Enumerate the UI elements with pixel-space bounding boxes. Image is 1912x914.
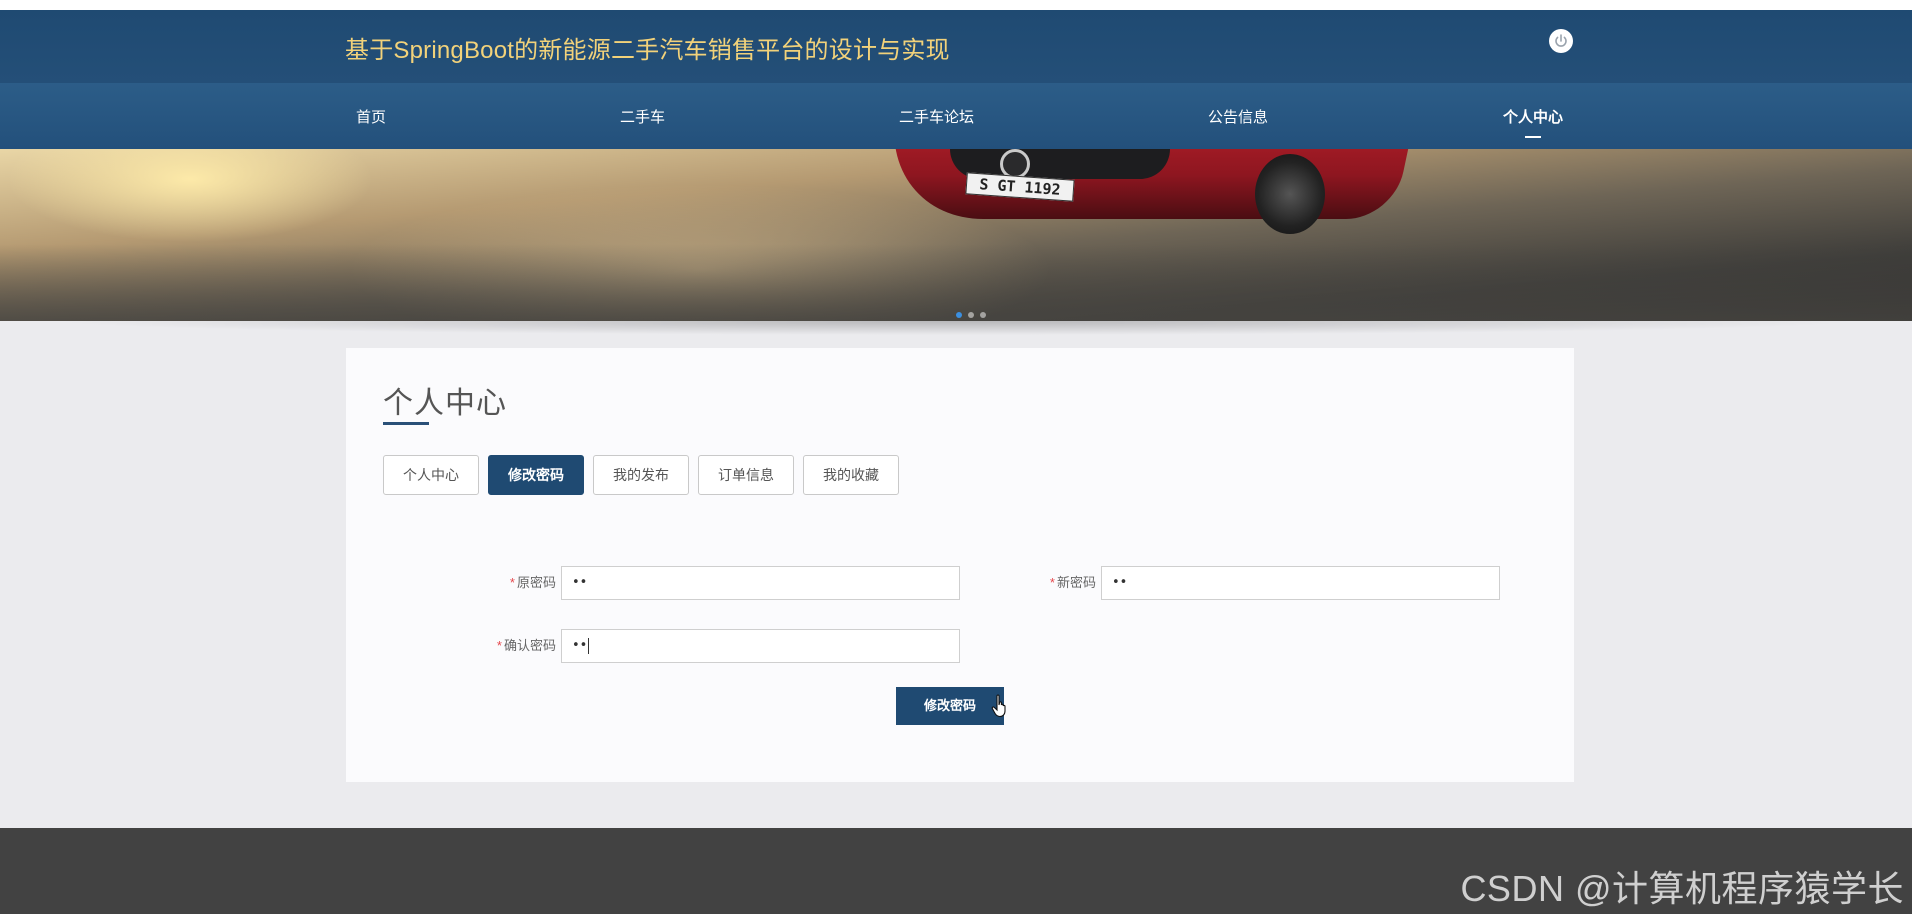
tab-user-center[interactable]: 个人中心 — [383, 455, 479, 495]
nav-item-home[interactable]: 首页 — [356, 106, 386, 127]
confirm-password-input[interactable]: •• — [561, 629, 960, 663]
old-password-input[interactable]: •• — [561, 566, 960, 600]
confirm-password-value: •• — [572, 638, 588, 653]
banner-shadow — [0, 321, 1912, 347]
old-password-label: * 原密码 — [510, 572, 556, 591]
nav-item-user-center[interactable]: 个人中心 — [1503, 106, 1564, 138]
new-password-label: * 新密码 — [1050, 572, 1096, 591]
site-title: 基于SpringBoot的新能源二手汽车销售平台的设计与实现 — [345, 37, 950, 64]
logout-button[interactable] — [1549, 29, 1573, 53]
nav-item-used-cars[interactable]: 二手车 — [620, 106, 665, 127]
top-strip — [0, 0, 1912, 10]
tab-favorites[interactable]: 我的收藏 — [803, 455, 899, 495]
tab-orders[interactable]: 订单信息 — [698, 455, 794, 495]
nav-item-user-center-label: 个人中心 — [1503, 109, 1564, 126]
confirm-password-label-text: 确认密码 — [503, 638, 556, 653]
carousel-dot-1[interactable] — [956, 312, 962, 318]
car-wheel — [1255, 154, 1325, 234]
confirm-password-label: * 确认密码 — [497, 635, 556, 654]
site-header: 基于SpringBoot的新能源二手汽车销售平台的设计与实现 — [0, 10, 1912, 83]
user-center-panel: 个人中心 个人中心 修改密码 我的发布 订单信息 我的收藏 * 原密码 •• * 新… — [346, 348, 1574, 782]
carousel-dot-3[interactable] — [980, 312, 986, 318]
change-password-button[interactable]: 修改密码 — [896, 687, 1004, 725]
carousel-dot-2[interactable] — [968, 312, 974, 318]
new-password-label-text: 新密码 — [1056, 575, 1096, 590]
tab-change-password[interactable]: 修改密码 — [488, 455, 584, 495]
carousel-indicators — [956, 305, 992, 321]
main-nav: 首页 二手车 二手车论坛 公告信息 个人中心 — [0, 83, 1912, 149]
page-title: 个人中心 — [383, 387, 507, 420]
nav-active-underline — [1525, 136, 1541, 138]
nav-item-forum[interactable]: 二手车论坛 — [899, 106, 974, 127]
required-mark: * — [496, 638, 502, 653]
tab-my-posts[interactable]: 我的发布 — [593, 455, 689, 495]
banner-carousel[interactable]: S GT 1192 — [0, 149, 1912, 321]
page-footer: CSDN @计算机程序猿学长 — [0, 828, 1912, 914]
text-caret — [588, 637, 590, 654]
required-mark: * — [509, 575, 515, 590]
hand-cursor-icon — [991, 694, 1006, 718]
watermark: CSDN @计算机程序猿学长 — [1460, 868, 1904, 909]
required-mark: * — [1049, 575, 1055, 590]
new-password-input[interactable]: •• — [1101, 566, 1500, 600]
power-icon — [1555, 34, 1567, 47]
nav-item-announcements[interactable]: 公告信息 — [1208, 106, 1268, 127]
old-password-label-text: 原密码 — [516, 575, 556, 590]
title-underline — [383, 422, 429, 425]
